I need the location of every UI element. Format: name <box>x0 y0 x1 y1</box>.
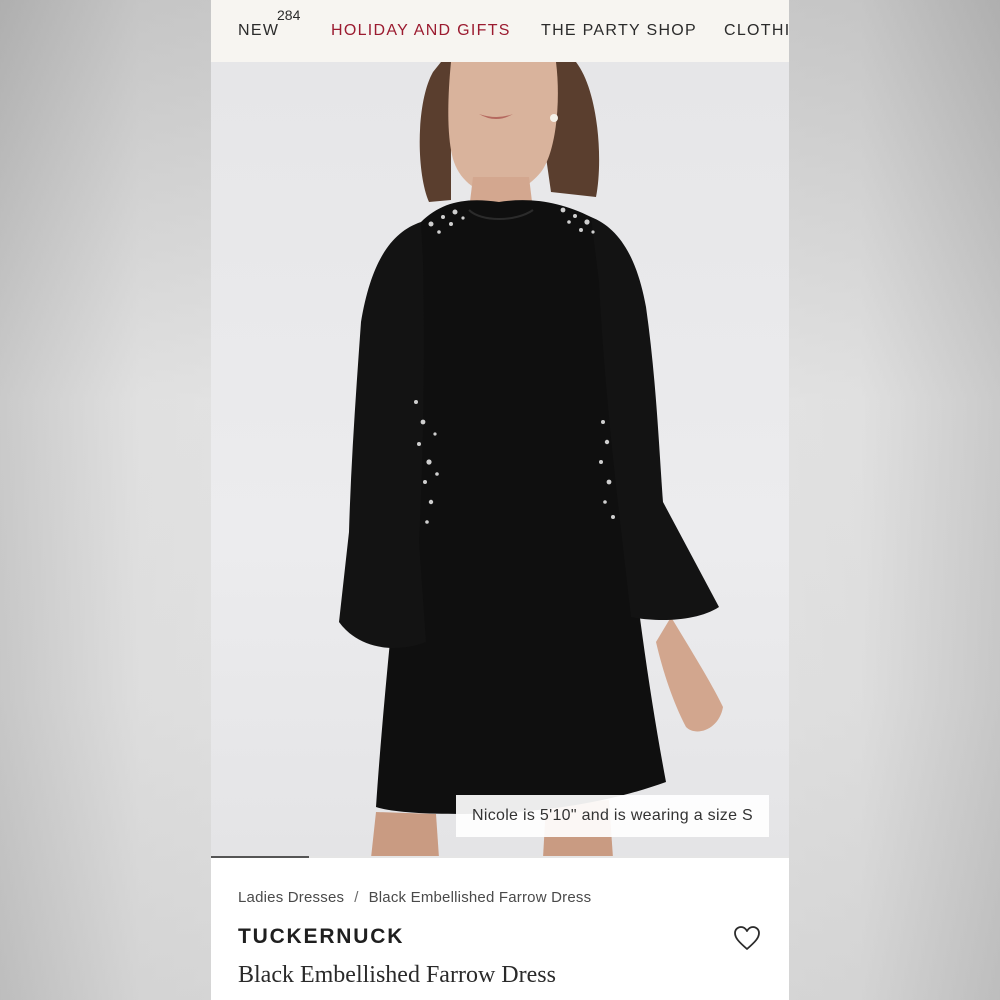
product-title: Black Embellished Farrow Dress <box>238 962 556 988</box>
nav-item-new[interactable]: NEW <box>238 22 279 40</box>
left-sleeve-shape <box>339 222 426 648</box>
nav-item-clothing[interactable]: CLOTHI <box>724 22 789 40</box>
wishlist-button[interactable] <box>733 925 761 951</box>
product-page: NEW 284 HOLIDAY AND GIFTS THE PARTY SHOP… <box>211 0 789 1000</box>
breadcrumb-ladies-dresses[interactable]: Ladies Dresses <box>238 889 344 906</box>
face-shape <box>448 62 558 194</box>
brand-name[interactable]: TUCKERNUCK <box>238 925 404 949</box>
breadcrumb-separator: / <box>354 889 359 906</box>
right-blur-background <box>789 0 1000 1000</box>
nav-item-holiday-and-gifts[interactable]: HOLIDAY AND GIFTS <box>331 22 511 40</box>
top-navigation: NEW 284 HOLIDAY AND GIFTS THE PARTY SHOP… <box>211 0 789 63</box>
left-leg-shape <box>371 812 439 858</box>
breadcrumb-current-product[interactable]: Black Embellished Farrow Dress <box>369 889 592 906</box>
model-size-caption: Nicole is 5'10" and is wearing a size S <box>456 795 770 837</box>
nav-item-the-party-shop[interactable]: THE PARTY SHOP <box>541 22 697 40</box>
left-blur-background <box>0 0 211 1000</box>
new-count-badge: 284 <box>277 7 301 23</box>
model-photo <box>339 62 723 858</box>
product-info: Ladies Dresses / Black Embellished Farrow … <box>211 858 789 1000</box>
product-image-gallery[interactable]: Nicole is 5'10" and is wearing a size S <box>211 62 789 858</box>
right-hand-shape <box>656 617 723 732</box>
breadcrumb: Ladies Dresses / Black Embellished Farrow … <box>238 889 591 906</box>
earring-shape <box>550 114 558 122</box>
heart-icon <box>734 926 760 950</box>
